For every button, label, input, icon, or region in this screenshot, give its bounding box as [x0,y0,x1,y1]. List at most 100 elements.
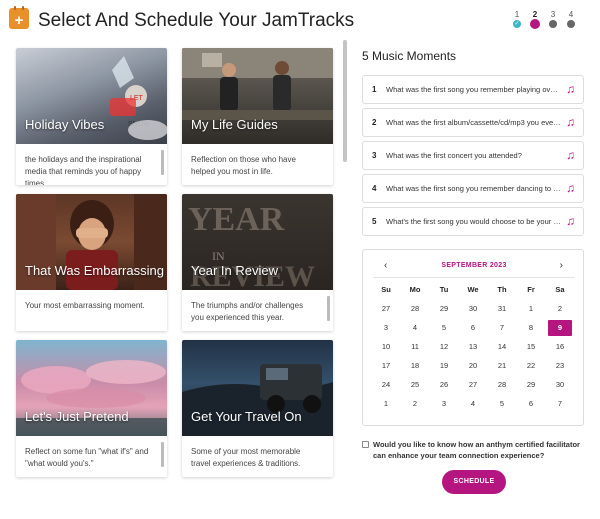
calendar-day[interactable]: 21 [490,358,514,374]
card-scrollbar[interactable] [161,442,164,467]
step-number: 2 [532,10,538,19]
calendar-day[interactable]: 15 [519,339,543,355]
calendar-day[interactable]: 23 [548,358,572,374]
jamtrack-card-year-in-review[interactable]: YEAR IN REVIEW Year In Review The triump… [182,194,333,331]
weekday-row: Su Mo Tu We Th Fr Sa [373,282,575,298]
calendar-day[interactable]: 2 [548,301,572,317]
music-moment-item[interactable]: 5 What's the first song you would choose… [362,207,584,236]
calendar-day[interactable]: 1 [519,301,543,317]
calendar-day[interactable]: 29 [432,301,456,317]
calendar-day[interactable]: 18 [403,358,427,374]
calendar-day[interactable]: 10 [374,339,398,355]
jamtrack-card-my-life-guides[interactable]: My Life Guides Reflection on those who h… [182,48,333,185]
calendar-week: 17 18 19 20 21 22 23 [373,358,575,374]
calendar-day[interactable]: 16 [548,339,572,355]
calendar-day[interactable]: 17 [374,358,398,374]
card-title: My Life Guides [191,117,278,132]
calendar-day[interactable]: 7 [490,320,514,336]
calendar-day[interactable]: 12 [432,339,456,355]
moment-question: What was the first concert you attended? [386,151,522,160]
jamtrack-card-that-was-embarrassing[interactable]: That Was Embarrassing Your most embarras… [16,194,167,331]
calendar-day[interactable]: 6 [519,396,543,412]
calendar-day[interactable]: 5 [490,396,514,412]
calendar-day[interactable]: 14 [490,339,514,355]
card-description: The triumphs and/or challenges you exper… [191,301,304,322]
music-moment-item[interactable]: 4 What was the first song you remember d… [362,174,584,203]
calendar-day[interactable]: 24 [374,377,398,393]
step-3[interactable]: 3 [548,10,558,28]
calendar-day[interactable]: 30 [461,301,485,317]
step-dot [567,20,575,28]
calendar-day[interactable]: 30 [548,377,572,393]
calendar-day[interactable]: 5 [432,320,456,336]
calendar-header: ‹ SEPTEMBER 2023 › [363,260,585,274]
music-moment-item[interactable]: 3 What was the first concert you attende… [362,141,584,170]
calendar-day[interactable]: 20 [461,358,485,374]
card-image: Let's Just Pretend [16,340,167,436]
calendar-day[interactable]: 4 [403,320,427,336]
calendar-day[interactable]: 3 [432,396,456,412]
weekday-label: Th [497,285,507,294]
moment-number: 1 [372,85,377,94]
facilitator-checkbox[interactable] [362,441,369,448]
calendar-day[interactable]: 31 [490,301,514,317]
calendar-day[interactable]: 3 [374,320,398,336]
moment-number: 3 [372,151,377,160]
jamtrack-card-get-your-travel-on[interactable]: Get Your Travel On Some of your most mem… [182,340,333,477]
jamtrack-card-lets-just-pretend[interactable]: Let's Just Pretend Reflect on some fun "… [16,340,167,477]
facilitator-label: Would you like to know how an anthym cer… [373,440,580,460]
calendar-day-selected[interactable]: 9 [548,320,572,336]
left-panel-scrollbar[interactable] [343,40,347,162]
weekday-label: Mo [409,285,421,294]
step-2[interactable]: 2 [530,10,540,29]
calendar-day[interactable]: 28 [490,377,514,393]
calendar-day[interactable]: 6 [461,320,485,336]
card-image: LET SNOW Holiday Vibes [16,48,167,144]
card-title: That Was Embarrassing [25,263,164,278]
calendar-day[interactable]: 27 [461,377,485,393]
step-dot [530,19,540,29]
calendar-day[interactable]: 22 [519,358,543,374]
check-icon: ✓ [513,20,521,28]
calendar-day[interactable]: 2 [403,396,427,412]
calendar-day[interactable]: 25 [403,377,427,393]
calendar-day[interactable]: 1 [374,396,398,412]
weekday-label: Sa [555,285,565,294]
calendar-day[interactable]: 26 [432,377,456,393]
date-picker: ‹ SEPTEMBER 2023 › Su Mo Tu We Th Fr Sa … [362,249,584,426]
calendar-day[interactable]: 19 [432,358,456,374]
music-moment-item[interactable]: 2 What was the first album/cassette/cd/m… [362,108,584,137]
calendar-week: 3 4 5 6 7 8 9 [373,320,575,336]
step-1[interactable]: 1 ✓ [512,10,522,28]
page-title: Select And Schedule Your JamTracks [38,10,355,31]
calendar-day[interactable]: 4 [461,396,485,412]
weekday-label: Fr [527,285,535,294]
card-image: That Was Embarrassing [16,194,167,290]
chevron-right-icon[interactable]: › [560,260,563,271]
music-note-icon: ♫ [566,148,575,162]
calendar-day[interactable]: 13 [461,339,485,355]
step-indicator: 1 ✓ 2 3 4 [512,10,578,32]
calendar-day[interactable]: 28 [403,301,427,317]
schedule-button[interactable]: SCHEDULE [442,470,506,494]
calendar-day[interactable]: 11 [403,339,427,355]
card-description: Your most embarrassing moment. [25,301,145,310]
calendar-add-icon: + [9,6,29,29]
card-image: Get Your Travel On [182,340,333,436]
calendar-day[interactable]: 27 [374,301,398,317]
card-scrollbar[interactable] [327,296,330,321]
jamtrack-grid: LET SNOW Holiday Vibes the holidays and … [10,42,338,519]
calendar-divider [373,277,575,278]
step-4[interactable]: 4 [566,10,576,28]
calendar-week: 27 28 29 30 31 1 2 [373,301,575,317]
jamtrack-card-holiday-vibes[interactable]: LET SNOW Holiday Vibes the holidays and … [16,48,167,185]
card-description: Some of your most memorable travel exper… [191,447,301,468]
calendar-day[interactable]: 7 [548,396,572,412]
card-scrollbar[interactable] [161,150,164,175]
calendar-day[interactable]: 29 [519,377,543,393]
moment-question: What was the first album/cassette/cd/mp3… [386,118,561,127]
moment-question: What's the first song you would choose t… [386,217,561,226]
card-description: Reflection on those who have helped you … [191,155,296,176]
music-moment-item[interactable]: 1 What was the first song you remember p… [362,75,584,104]
calendar-day[interactable]: 8 [519,320,543,336]
